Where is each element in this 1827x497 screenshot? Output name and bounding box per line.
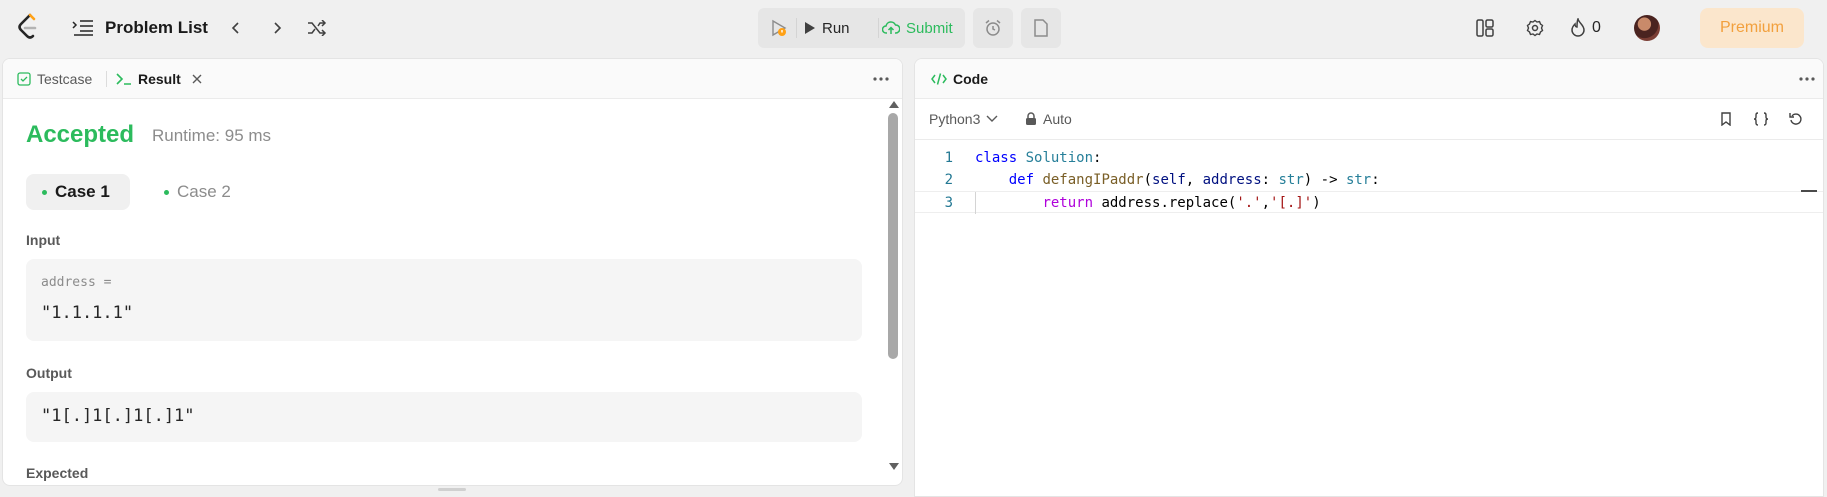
flame-icon — [1571, 18, 1585, 37]
case-label: Case 1 — [55, 182, 110, 201]
input-variable-name: address = — [41, 275, 112, 290]
input-value: "1.1.1.1" — [41, 303, 134, 323]
submit-button[interactable]: Submit — [882, 16, 953, 40]
bookmark-icon[interactable] — [1715, 108, 1737, 130]
more-options-icon[interactable] — [1795, 67, 1819, 91]
tab-testcase[interactable]: Testcase — [17, 69, 92, 89]
input-box: address = "1.1.1.1" — [26, 259, 862, 341]
output-box: "1[.]1[.]1[.]1" — [26, 392, 862, 442]
passed-dot-icon — [42, 189, 47, 195]
result-panel-header: Testcase Result — [3, 59, 902, 99]
code-brackets-icon — [931, 73, 947, 85]
code-text: return address.replace('.','[.]') — [1042, 195, 1321, 211]
code-tab[interactable]: Code — [931, 69, 988, 89]
reset-code-icon[interactable] — [1785, 108, 1807, 130]
case-label: Case 2 — [177, 182, 231, 201]
expected-label: Expected — [26, 465, 89, 481]
output-value: "1[.]1[.]1[.]1" — [41, 406, 195, 426]
code-line[interactable]: 2 def defangIPaddr(self, address: str) -… — [915, 169, 1823, 191]
line-number: 2 — [944, 172, 953, 188]
line-number: 1 — [944, 150, 953, 166]
code-line-active[interactable]: 3 return address.replace('.','[.]') — [915, 191, 1823, 214]
tab-testcase-label: Testcase — [37, 71, 93, 87]
timer-alarm-clock-icon[interactable] — [973, 8, 1013, 48]
panel-resize-handle[interactable] — [438, 488, 466, 491]
run-submit-group: Run Submit — [758, 8, 965, 48]
submit-label: Submit — [906, 19, 953, 37]
divider — [106, 71, 107, 87]
streak-counter[interactable]: 0 — [1570, 15, 1601, 41]
random-problem-shuffle-icon[interactable] — [306, 16, 328, 40]
streak-count: 0 — [1592, 19, 1601, 36]
code-title: Code — [953, 71, 988, 87]
debug-icon[interactable] — [768, 18, 790, 38]
result-status: Accepted — [26, 121, 135, 148]
run-label: Run — [822, 19, 850, 37]
code-text: class Solution: — [975, 150, 1102, 166]
case-1-tab[interactable]: Case 1 — [26, 174, 130, 210]
close-icon[interactable] — [191, 73, 203, 85]
code-line[interactable]: 1 class Solution: — [915, 147, 1823, 169]
scroll-down-arrow-icon[interactable] — [889, 463, 899, 470]
leetcode-logo-icon[interactable] — [14, 12, 42, 42]
format-braces-icon[interactable] — [1750, 108, 1772, 130]
case-2-tab[interactable]: Case 2 — [148, 174, 247, 210]
scroll-thumb[interactable] — [888, 113, 898, 359]
auto-mode-toggle[interactable]: Auto — [1025, 109, 1072, 129]
result-scrollbar[interactable] — [887, 101, 901, 473]
input-label: Input — [26, 232, 61, 248]
run-button[interactable]: Run — [804, 16, 850, 40]
divider — [915, 139, 1823, 140]
notes-document-icon[interactable] — [1021, 8, 1061, 48]
chevron-down-icon — [986, 115, 998, 122]
language-select[interactable]: Python3 — [929, 109, 998, 129]
top-navigation-bar: Problem List Run Submit 0 Premium — [0, 0, 1827, 56]
tab-result-label: Result — [138, 71, 181, 87]
mode-label: Auto — [1043, 111, 1072, 127]
user-avatar[interactable] — [1634, 15, 1660, 41]
line-number: 3 — [944, 195, 953, 211]
divider — [796, 18, 797, 38]
previous-problem-chevron-left-icon[interactable] — [226, 16, 246, 40]
output-label: Output — [26, 365, 72, 381]
code-panel-header: Code — [915, 59, 1823, 99]
tab-result[interactable]: Result — [116, 69, 203, 89]
passed-dot-icon — [164, 189, 169, 195]
minimap-cursor-marker — [1801, 190, 1817, 192]
language-label: Python3 — [929, 111, 981, 127]
layout-grid-icon[interactable] — [1474, 16, 1496, 40]
next-problem-chevron-right-icon[interactable] — [267, 16, 287, 40]
cloud-upload-icon — [882, 21, 900, 34]
lock-icon — [1026, 112, 1036, 125]
runtime-text: Runtime: 95 ms — [152, 126, 272, 145]
code-editor-panel: Code Python3 Auto 1 class Solution: 2 de… — [914, 58, 1824, 497]
code-text: def defangIPaddr(self, address: str) -> … — [1008, 172, 1380, 188]
premium-button[interactable]: Premium — [1700, 8, 1804, 48]
play-icon — [805, 22, 815, 34]
scroll-up-arrow-icon[interactable] — [889, 101, 899, 108]
checkbox-icon — [17, 72, 31, 86]
problem-list-icon[interactable] — [72, 18, 94, 38]
settings-gear-icon[interactable] — [1524, 16, 1546, 40]
terminal-icon — [116, 73, 131, 85]
problem-list-link[interactable]: Problem List — [105, 16, 208, 40]
test-result-panel: Testcase Result Accepted Runtime: 95 ms … — [2, 58, 903, 486]
divider — [878, 18, 879, 38]
more-options-icon[interactable] — [869, 67, 893, 91]
